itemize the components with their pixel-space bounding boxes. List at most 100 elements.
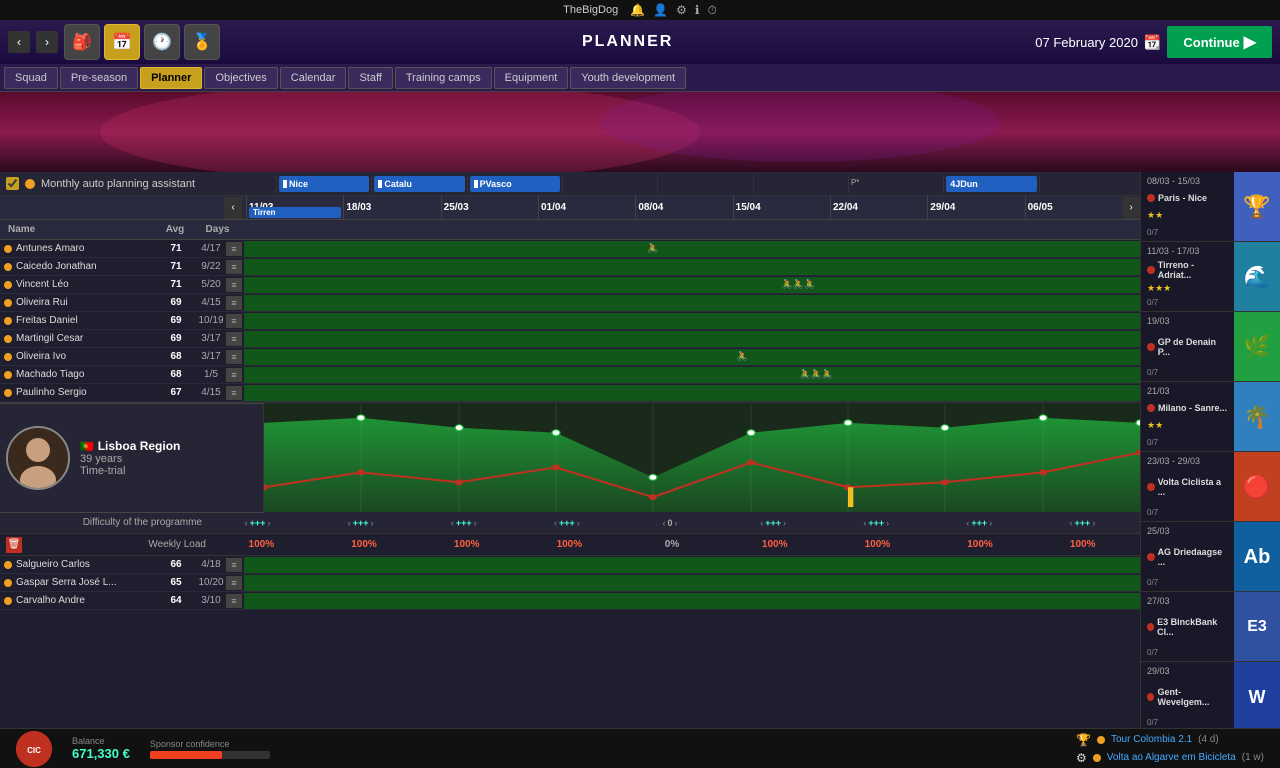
diff-prev-2[interactable]: ‹ (451, 518, 454, 528)
diff-item-8: ‹ +++ › (1031, 513, 1134, 533)
race-card-name: Tirreno - Adriat... (1158, 260, 1228, 280)
current-date: 07 February 2020 (1035, 35, 1138, 50)
diff-next-1[interactable]: › (371, 518, 374, 528)
player-info-button[interactable]: ≡ (226, 350, 242, 364)
race-card-date: 21/03 (1147, 386, 1228, 396)
diff-prev-0[interactable]: ‹ (245, 518, 248, 528)
tab-staff[interactable]: Staff (348, 67, 392, 89)
player-avg: 71 (156, 261, 196, 272)
tab-training-camps[interactable]: Training camps (395, 67, 492, 89)
race-nice[interactable]: Nice (279, 176, 369, 192)
tab-squad[interactable]: Squad (4, 67, 58, 89)
player-info-button[interactable]: ≡ (226, 332, 242, 346)
player-info-button[interactable]: ≡ (226, 386, 242, 400)
bell-icon[interactable]: 🔔 (630, 3, 645, 18)
diff-next-4[interactable]: › (675, 518, 678, 528)
race-thumb-icon: 🌊 (1243, 264, 1270, 290)
diff-prev-4[interactable]: ‹ (662, 518, 665, 528)
user-icon[interactable]: 👤 (653, 3, 668, 18)
diff-prev-6[interactable]: ‹ (863, 518, 866, 528)
race-card-denain[interactable]: 19/03 GP de Denain P... 0/7 🌿 (1141, 312, 1280, 382)
race-catalu[interactable]: Catalu (374, 176, 464, 192)
player-info-button[interactable]: ≡ (226, 576, 242, 590)
tab-calendar[interactable]: Calendar (280, 67, 347, 89)
player-bar (244, 295, 1140, 311)
wl-val-6: 100% (865, 539, 891, 550)
diff-next-7[interactable]: › (989, 518, 992, 528)
tab-objectives[interactable]: Objectives (204, 67, 277, 89)
nav-back-button[interactable]: ‹ (8, 31, 30, 53)
info-icon[interactable]: ℹ (695, 3, 700, 18)
diff-next-2[interactable]: › (474, 518, 477, 528)
wl-val-8: 100% (1070, 539, 1096, 550)
player-days: 5/20 (196, 279, 226, 290)
medal-icon-button[interactable]: 🏅 (184, 24, 220, 60)
race-card-tirreno[interactable]: 11/03 - 17/03 Tirreno - Adriat... ★★★ 0/… (1141, 242, 1280, 312)
nav-tabs: Squad Pre-season Planner Objectives Cale… (0, 64, 1280, 92)
profile-flag: 🇵🇹 (80, 440, 94, 453)
race-dot (1147, 693, 1154, 701)
diff-prev-3[interactable]: ‹ (554, 518, 557, 528)
player-bar-fill (244, 259, 1140, 275)
delete-load-button[interactable]: 🗑 (6, 537, 22, 553)
diff-next-0[interactable]: › (267, 518, 270, 528)
race-4jdun[interactable]: 4JDun (946, 176, 1036, 192)
date-col-4: 08/04 (635, 196, 732, 219)
player-info-button[interactable]: ≡ (226, 314, 242, 328)
diff-prev-8[interactable]: ‹ (1070, 518, 1073, 528)
race-name-row: E3 BinckBank Cl... (1147, 617, 1228, 637)
nav-forward-button[interactable]: › (36, 31, 58, 53)
diff-prev-7[interactable]: ‹ (966, 518, 969, 528)
tab-planner[interactable]: Planner (140, 67, 202, 89)
race-pvasco[interactable]: PVasco (470, 176, 560, 192)
planner-icon-button[interactable]: 📅 (104, 24, 140, 60)
diff-prev-5[interactable]: ‹ (760, 518, 763, 528)
player-bar (244, 557, 1140, 573)
race-card-name: Gent-Wevelgem... (1157, 687, 1228, 707)
squad-icon-button[interactable]: 🎒 (64, 24, 100, 60)
diff-prev-1[interactable]: ‹ (348, 518, 351, 528)
player-info-button[interactable]: ≡ (226, 594, 242, 608)
player-info-button[interactable]: ≡ (226, 242, 242, 256)
race-thumb: 🏆 (1234, 172, 1280, 242)
player-info-button[interactable]: ≡ (226, 368, 242, 382)
race-stars: ★★ (1147, 210, 1228, 221)
race-thumb-text: Ab (1244, 546, 1271, 569)
tirren-bar[interactable]: Tirren (249, 207, 341, 218)
tab-equipment[interactable]: Equipment (494, 67, 569, 89)
race-card-e3[interactable]: 27/03 E3 BinckBank Cl... 0/7 E3 (1141, 592, 1280, 662)
calendar-icon[interactable]: 📆 (1144, 34, 1161, 51)
race-card-milano[interactable]: 21/03 Milano - Sanre... ★★ 0/7 🌴 (1141, 382, 1280, 452)
tab-preseason[interactable]: Pre-season (60, 67, 138, 89)
timeline-scroll-right[interactable]: › (1122, 197, 1140, 219)
player-dot (4, 389, 12, 397)
player-info-button[interactable]: ≡ (226, 558, 242, 572)
race-dot (1147, 343, 1155, 351)
header-row: ‹ › 🎒 📅 🕐 🏅 PLANNER 07 February 2020 📆 C… (0, 20, 1280, 64)
player-info-button[interactable]: ≡ (226, 260, 242, 274)
race-stars: ★★★ (1147, 283, 1228, 294)
player-info-button[interactable]: ≡ (226, 296, 242, 310)
race-card-paris-nice[interactable]: 08/03 - 15/03 Paris - Nice ★★ 0/7 🏆 (1141, 172, 1280, 242)
continue-button[interactable]: Continue ▶ (1167, 26, 1272, 58)
gear-icon[interactable]: ⚙ (676, 3, 687, 18)
timer-icon[interactable]: ⏱ (707, 3, 716, 18)
diff-next-5[interactable]: › (783, 518, 786, 528)
player-name: Martingil Cesar (16, 333, 156, 344)
auto-planning-checkbox[interactable] (6, 177, 19, 190)
race-card-driedaagse[interactable]: 25/03 AG Driedaagse ... 0/7 Ab (1141, 522, 1280, 592)
race-thumb-icon: 🔴 (1243, 474, 1270, 500)
race-card-volta[interactable]: 23/03 - 29/03 Volta Ciclista a ... 0/7 🔴 (1141, 452, 1280, 522)
player-info-button[interactable]: ≡ (226, 278, 242, 292)
top-bar-icons: 🔔 👤 ⚙ ℹ ⏱ (630, 3, 717, 18)
timeline-scroll-left[interactable]: ‹ (224, 197, 242, 219)
diff-next-3[interactable]: › (577, 518, 580, 528)
weekly-load-label: Weekly Load (26, 539, 210, 550)
clock-icon-button[interactable]: 🕐 (144, 24, 180, 60)
table-row: Paulinho Sergio 67 4/15 ≡ (0, 384, 1140, 402)
diff-next-6[interactable]: › (886, 518, 889, 528)
diff-next-8[interactable]: › (1092, 518, 1095, 528)
race-thumb: 🌿 (1234, 312, 1280, 382)
tab-youth-development[interactable]: Youth development (570, 67, 686, 89)
race-card-gent[interactable]: 29/03 Gent-Wevelgem... 0/7 W (1141, 662, 1280, 728)
